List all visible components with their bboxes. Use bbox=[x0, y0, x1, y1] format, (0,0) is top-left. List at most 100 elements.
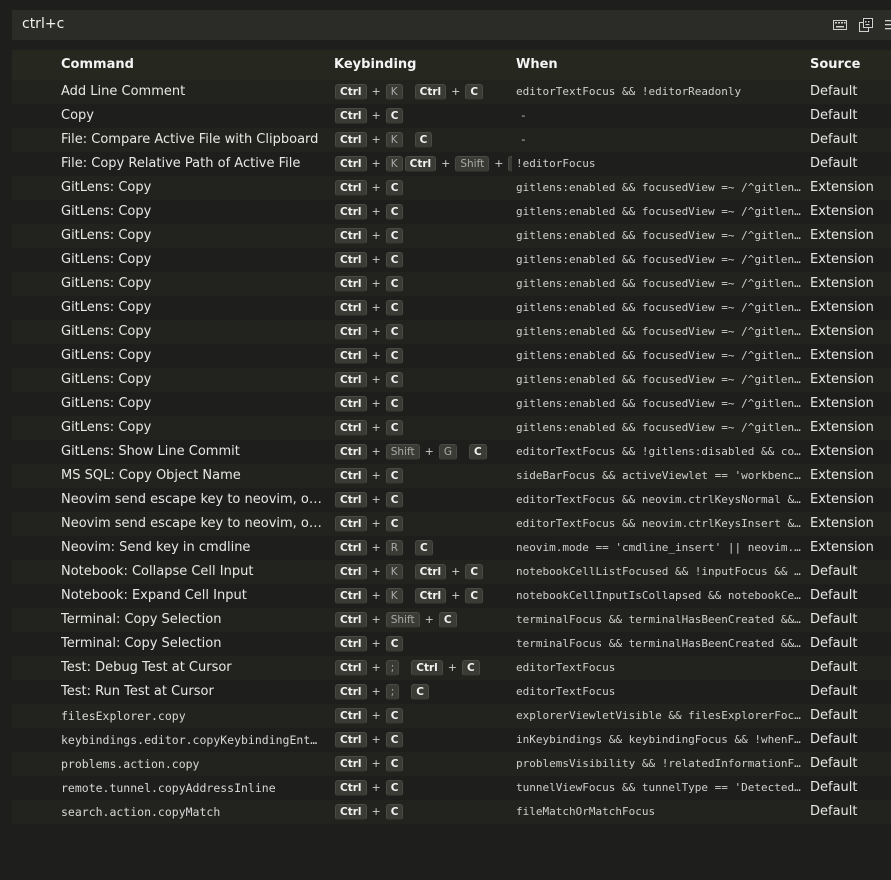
key-label: Ctrl bbox=[335, 468, 367, 484]
column-header-command[interactable]: Command bbox=[61, 50, 323, 80]
source-cell: Extension bbox=[810, 324, 874, 339]
command-cell: GitLens: Copy bbox=[61, 276, 152, 291]
command-cell: search.action.copyMatch bbox=[61, 805, 221, 819]
column-header-keybinding[interactable]: Keybinding bbox=[334, 50, 512, 80]
source-cell: Extension bbox=[810, 444, 874, 459]
source-cell: Extension bbox=[810, 276, 874, 291]
key-label: C bbox=[415, 540, 433, 556]
command-cell: GitLens: Copy bbox=[61, 348, 152, 363]
keybinding-cell: Ctrl + C bbox=[334, 320, 512, 344]
table-row[interactable]: Neovim send escape key to neovim, or oth… bbox=[12, 512, 891, 536]
key-label: Ctrl bbox=[335, 564, 367, 580]
sort-by-precedence-icon[interactable] bbox=[884, 17, 891, 33]
command-cell: GitLens: Copy bbox=[61, 372, 152, 387]
key-label: C bbox=[385, 204, 404, 220]
table-row[interactable]: search.action.copyMatch Ctrl + CfileMatchOr… bbox=[12, 800, 891, 824]
plus-separator: + bbox=[371, 493, 381, 506]
key-label: C bbox=[385, 732, 404, 748]
table-row[interactable]: Terminal: Copy Selection Ctrl + Shift + Cterm… bbox=[12, 608, 891, 632]
table-row[interactable]: filesExplorer.copy Ctrl + CexplorerViewletV… bbox=[12, 704, 891, 728]
plus-separator: + bbox=[441, 157, 451, 170]
plus-separator: + bbox=[451, 589, 461, 602]
table-row[interactable]: GitLens: Show Line Commit Ctrl + Shift + G Ced… bbox=[12, 440, 891, 464]
key-label: Ctrl bbox=[335, 420, 367, 436]
record-keys-icon[interactable] bbox=[858, 17, 874, 33]
table-row[interactable]: GitLens: Copy Ctrl + Cgitlens:enabled && fo… bbox=[12, 200, 891, 224]
command-cell: Notebook: Expand Cell Input bbox=[61, 588, 247, 603]
table-row[interactable]: GitLens: Copy Ctrl + Cgitlens:enabled && fo… bbox=[12, 368, 891, 392]
table-row[interactable]: GitLens: Copy Ctrl + Cgitlens:enabled && fo… bbox=[12, 176, 891, 200]
key-label: C bbox=[385, 492, 404, 508]
table-row[interactable]: GitLens: Copy Ctrl + Cgitlens:enabled && fo… bbox=[12, 248, 891, 272]
key-label: Ctrl bbox=[335, 804, 367, 820]
keyboard-icon[interactable] bbox=[832, 17, 848, 33]
source-cell: Default bbox=[810, 708, 858, 723]
source-cell: Extension bbox=[810, 492, 874, 507]
table-row[interactable]: GitLens: Copy Ctrl + Cgitlens:enabled && fo… bbox=[12, 416, 891, 440]
when-cell: editorTextFocus && !gitlens:disabled && … bbox=[516, 445, 801, 458]
table-row[interactable]: Copy Ctrl + C - Default bbox=[12, 104, 891, 128]
table-row[interactable]: Notebook: Expand Cell Input Ctrl + K Ctrl + Cn… bbox=[12, 584, 891, 608]
command-cell: GitLens: Copy bbox=[61, 324, 152, 339]
when-cell: editorTextFocus && !editorReadonly bbox=[516, 85, 742, 98]
when-cell: gitlens:enabled && focusedView =~ /^gitl… bbox=[516, 253, 801, 266]
key-label: C bbox=[385, 636, 404, 652]
command-cell: Terminal: Copy Selection bbox=[61, 612, 222, 627]
key-label: Ctrl bbox=[414, 564, 447, 580]
keybinding-cell: Ctrl + C bbox=[334, 392, 512, 416]
key-label: C bbox=[465, 84, 484, 100]
table-row[interactable]: GitLens: Copy Ctrl + Cgitlens:enabled && fo… bbox=[12, 392, 891, 416]
table-row[interactable]: GitLens: Copy Ctrl + Cgitlens:enabled && fo… bbox=[12, 224, 891, 248]
table-row[interactable]: problems.action.copy Ctrl + CproblemsVisibi… bbox=[12, 752, 891, 776]
table-row[interactable]: File: Copy Relative Path of Active File C… bbox=[12, 152, 891, 176]
column-header-when[interactable]: When bbox=[516, 50, 558, 80]
table-row[interactable]: MS SQL: Copy Object Name Ctrl + CsideBarFoc… bbox=[12, 464, 891, 488]
table-row[interactable]: Test: Debug Test at Cursor Ctrl +; Ctrl + Ced… bbox=[12, 656, 891, 680]
plus-separator: + bbox=[371, 757, 381, 770]
plus-separator: + bbox=[371, 733, 381, 746]
key-label: Ctrl bbox=[335, 324, 367, 340]
key-label: Ctrl bbox=[414, 588, 447, 604]
when-cell: editorTextFocus bbox=[516, 685, 616, 698]
table-row[interactable]: Terminal: Copy Selection Ctrl + CterminalFo… bbox=[12, 632, 891, 656]
key-label: C bbox=[385, 180, 404, 196]
key-label: C bbox=[465, 564, 484, 580]
table-row[interactable]: Test: Run Test at Cursor Ctrl +; CeditorTex… bbox=[12, 680, 891, 704]
key-label: Ctrl bbox=[335, 708, 367, 724]
plus-separator: + bbox=[371, 301, 381, 314]
command-cell: Test: Debug Test at Cursor bbox=[61, 660, 232, 675]
when-cell: gitlens:enabled && focusedView =~ /^gitl… bbox=[516, 397, 801, 410]
key-label: K bbox=[385, 132, 403, 148]
table-row[interactable]: Add Line Comment Ctrl + K Ctrl + CeditorTextFo… bbox=[12, 80, 891, 104]
table-row[interactable]: GitLens: Copy Ctrl + Cgitlens:enabled && fo… bbox=[12, 344, 891, 368]
table-row[interactable]: GitLens: Copy Ctrl + Cgitlens:enabled && fo… bbox=[12, 296, 891, 320]
table-row[interactable]: Neovim send escape key to neovim, or oth… bbox=[12, 488, 891, 512]
keybinding-cell: Ctrl +; C bbox=[334, 680, 512, 704]
key-label: C bbox=[385, 252, 404, 268]
command-cell: remote.tunnel.copyAddressInline bbox=[61, 781, 276, 795]
key-label: K bbox=[385, 588, 403, 604]
command-cell: filesExplorer.copy bbox=[61, 709, 186, 723]
table-row[interactable]: Notebook: Collapse Cell Input Ctrl + K Ctrl +… bbox=[12, 560, 891, 584]
when-cell: terminalFocus && terminalHasBeenCreated … bbox=[516, 613, 801, 626]
column-header-source[interactable]: Source bbox=[810, 50, 891, 80]
table-row[interactable]: File: Compare Active File with Clipboard… bbox=[12, 128, 891, 152]
keybinding-cell: Ctrl + C bbox=[334, 800, 512, 824]
table-row[interactable]: keybindings.editor.copyKeybindingEntry Ct… bbox=[12, 728, 891, 752]
search-input[interactable]: ctrl+c bbox=[22, 16, 64, 32]
when-cell: gitlens:enabled && focusedView =~ /^gitl… bbox=[516, 421, 801, 434]
table-row[interactable]: Neovim: Send key in cmdline Ctrl + R Cneovim… bbox=[12, 536, 891, 560]
table-row[interactable]: GitLens: Copy Ctrl + Cgitlens:enabled && fo… bbox=[12, 272, 891, 296]
command-cell: GitLens: Copy bbox=[61, 252, 152, 267]
key-label: Shift bbox=[385, 612, 420, 628]
key-label: Shift bbox=[455, 156, 490, 172]
plus-separator: + bbox=[371, 637, 381, 650]
key-label: Ctrl bbox=[404, 156, 437, 172]
plus-separator: + bbox=[371, 133, 381, 146]
key-label: C bbox=[438, 612, 457, 628]
plus-separator: + bbox=[371, 373, 381, 386]
table-row[interactable]: remote.tunnel.copyAddressInline Ctrl + Ctun… bbox=[12, 776, 891, 800]
plus-separator: + bbox=[371, 541, 381, 554]
source-cell: Extension bbox=[810, 300, 874, 315]
table-row[interactable]: GitLens: Copy Ctrl + Cgitlens:enabled && fo… bbox=[12, 320, 891, 344]
